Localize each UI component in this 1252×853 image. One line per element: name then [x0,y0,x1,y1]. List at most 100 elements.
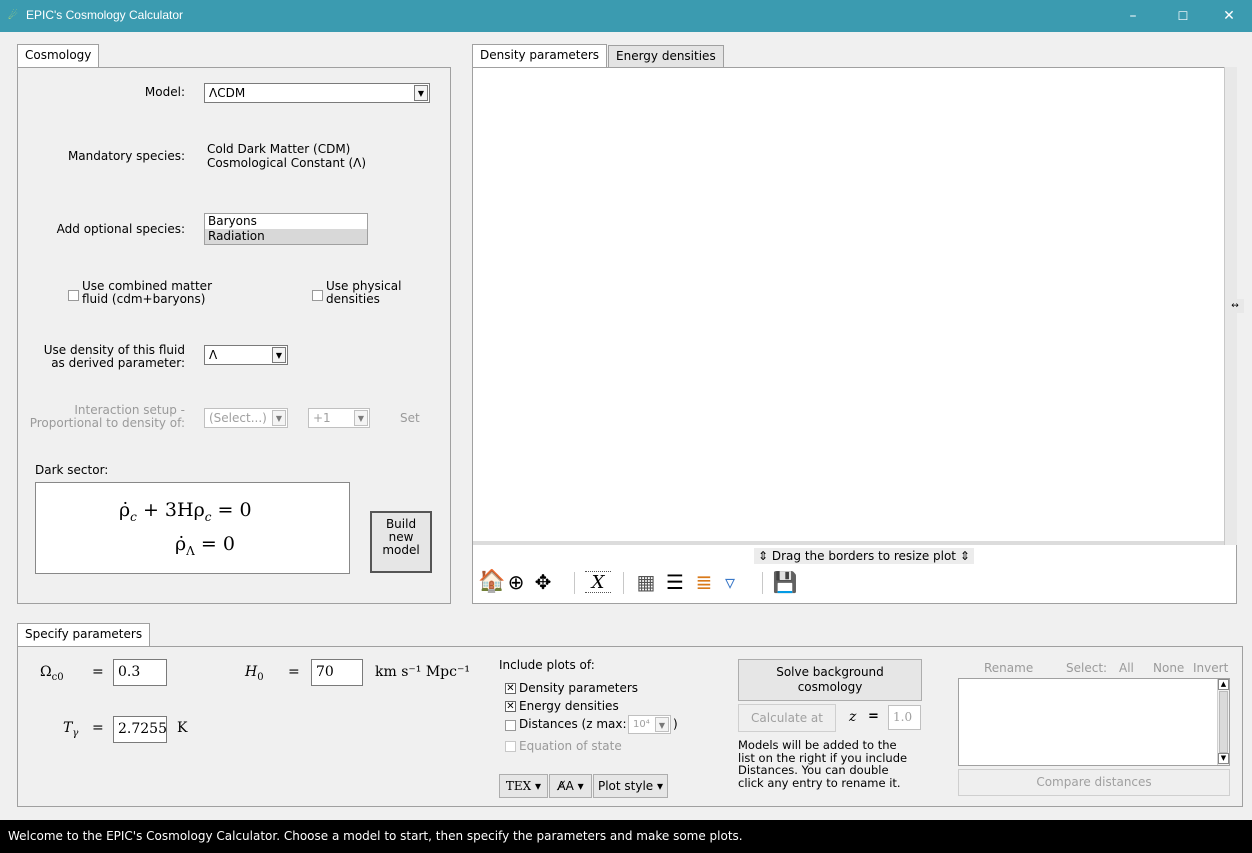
h0-input[interactable]: 70 [311,659,363,686]
z-input[interactable]: 1.0 [888,705,921,730]
mandatory-lambda: Cosmological Constant (Λ) [207,156,367,170]
density-parameters-label: Density parameters [519,681,639,695]
mandatory-label: Mandatory species: [67,149,185,163]
scroll-down-icon[interactable]: ▼ [1218,753,1229,764]
pan-icon[interactable]: ✥ [530,568,556,596]
window-title: EPIC's Cosmology Calculator [26,8,184,22]
save-icon[interactable]: 💾 [772,568,798,596]
chevron-down-icon: ▼ [354,410,368,426]
tab-specify-parameters[interactable]: Specify parameters [17,623,151,647]
font-button[interactable]: A̸A ▾ [549,774,592,798]
toolbar-separator [762,572,763,594]
home-icon[interactable]: 🏠 [478,568,505,596]
h0-unit: km s⁻¹ Mpc⁻¹ [375,664,470,680]
app-icon: ☄ [8,9,18,22]
title-bar: ☄ EPIC's Cosmology Calculator – ☐ ✕ [0,0,1252,32]
solve-background-button[interactable]: Solve background cosmology [738,659,922,701]
plot-panel [472,67,1237,604]
optional-species-list[interactable]: Baryons Radiation [204,213,368,245]
close-button[interactable]: ✕ [1206,0,1252,32]
interaction-sign-select[interactable]: +1 ▼ [308,408,370,428]
toolbar-separator [574,572,575,594]
lines-icon[interactable]: ☰ [662,568,688,596]
density-parameters-checkbox[interactable]: ✕ [505,683,516,694]
chevron-down-icon: ▼ [272,347,286,363]
chevron-down-icon: ▼ [655,717,669,732]
distances-close-paren: ) [673,717,678,731]
select-label: Select: [1066,661,1108,675]
list-item[interactable]: Radiation [205,229,367,244]
include-plots-label: Include plots of: [499,658,595,672]
h0-label: H0 [245,664,264,683]
maximize-button[interactable]: ☐ [1160,0,1206,32]
legend-icon[interactable]: ≣ [692,568,716,596]
derived-value: Λ [209,348,218,362]
plot-style-button[interactable]: Plot style ▾ [593,774,668,798]
tgamma-unit: K [177,720,188,736]
derived-fluid-select[interactable]: Λ ▼ [204,345,288,365]
list-item[interactable]: Baryons [205,214,367,229]
omega-label: Ωc0 [40,664,64,683]
equation-cdm: ρ̇c + 3Hρc = 0 [119,499,252,524]
status-bar: Welcome to the EPIC's Cosmology Calculat… [0,820,1252,853]
tex-button[interactable]: TEX ▾ [499,774,548,798]
combined-matter-checkbox[interactable] [68,290,79,301]
chevron-down-icon: ▼ [414,85,428,101]
distances-label: Distances (z max: [519,717,627,731]
compare-distances-button[interactable]: Compare distances [958,769,1230,796]
scroll-up-icon[interactable]: ▲ [1218,679,1229,690]
calculate-at-button[interactable]: Calculate at [738,704,836,732]
z-label: z [849,709,857,725]
zmax-select[interactable]: 10⁴ ▼ [628,715,671,734]
interaction-set-button[interactable]: Set [400,411,420,425]
minimize-button[interactable]: – [1110,0,1156,32]
interaction-line2: Proportional to density of: [29,416,185,430]
combined-line2: fluid (cdm+baryons) [82,292,206,306]
models-list-scrollbar[interactable]: ▲ ▼ [1217,679,1229,765]
derived-line1: Use density of this fluid [43,343,185,357]
combined-line1: Use combined matter [82,279,213,293]
tgamma-equals: = [92,720,104,736]
zoom-icon[interactable]: ⊕ [504,568,528,596]
interaction-fluid-select[interactable]: (Select...) ▼ [204,408,288,428]
plot-horizontal-border[interactable] [473,541,1224,545]
scroll-thumb[interactable] [1219,691,1228,753]
distances-checkbox[interactable] [505,720,516,731]
drag-hint: ⇕ Drag the borders to resize plot ⇕ [754,548,974,564]
interaction-sign-value: +1 [313,411,331,425]
models-note: Models will be added to the list on the r… [738,738,908,790]
invert-selection-button[interactable]: Invert [1193,661,1228,675]
tab-energy-densities[interactable]: Energy densities [608,45,724,67]
build-model-button[interactable]: Build new model [370,511,432,573]
equation-of-state-label: Equation of state [519,739,622,753]
dark-sector-equations: ρ̇c + 3Hρc = 0 ρ̇Λ = 0 [35,482,350,574]
omega-equals: = [92,664,104,680]
tgamma-input[interactable]: 2.7255 [113,716,167,743]
z-equals: = [868,709,879,724]
equation-lambda: ρ̇Λ = 0 [175,533,235,558]
physical-line1: Use physical [326,279,402,293]
select-none-button[interactable]: None [1153,661,1184,675]
model-select[interactable]: ΛCDM ▼ [204,83,430,103]
rename-button[interactable]: Rename [984,661,1033,675]
tgamma-label: Tγ [63,720,79,739]
axis-scale-icon[interactable]: X [585,571,611,593]
energy-densities-checkbox[interactable]: ✕ [505,701,516,712]
energy-densities-label: Energy densities [519,699,619,713]
grid-icon[interactable]: ▦ [633,568,659,596]
optional-label: Add optional species: [56,222,185,236]
style-icon[interactable]: ▿ [720,568,740,596]
physical-densities-checkbox[interactable] [312,290,323,301]
resize-handle-icon[interactable]: ↔ [1226,299,1244,313]
omega-c0-input[interactable]: 0.3 [113,659,167,686]
dark-sector-label: Dark sector: [35,463,109,477]
tab-density-parameters[interactable]: Density parameters [472,44,608,68]
chevron-down-icon: ▼ [272,410,286,426]
h0-equals: = [288,664,300,680]
model-value: ΛCDM [209,86,246,100]
equation-of-state-checkbox[interactable] [505,741,516,752]
models-list[interactable] [958,678,1230,766]
zmax-value: 10⁴ [633,719,650,730]
select-all-button[interactable]: All [1119,661,1134,675]
tab-cosmology[interactable]: Cosmology [17,44,100,68]
